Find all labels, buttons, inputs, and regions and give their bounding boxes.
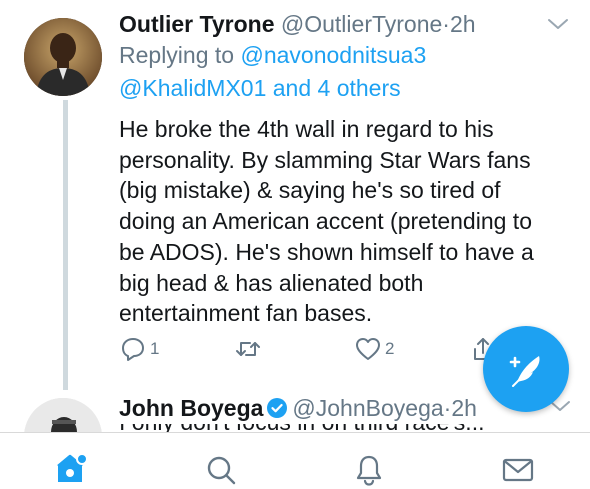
- heart-icon: [356, 338, 380, 360]
- tab-search[interactable]: [204, 453, 238, 487]
- thread-connector-line: [63, 100, 68, 390]
- tweet-header: John Boyega @JohnBoyega·2h: [119, 394, 477, 425]
- twitter-thread-screen: Outlier Tyrone @OutlierTyrone·2h Replyin…: [0, 0, 590, 489]
- reply-count: 1: [150, 339, 160, 358]
- replying-to-line: Replying to @navonodnitsua3: [119, 39, 426, 72]
- envelope-icon: [502, 458, 534, 482]
- user-handle[interactable]: @OutlierTyrone: [281, 11, 442, 37]
- separator-dot: ·: [442, 11, 450, 37]
- tweet-header: Outlier Tyrone @OutlierTyrone·2h: [119, 10, 476, 38]
- avatar-outlier-tyrone[interactable]: [24, 18, 102, 96]
- mention-link[interactable]: @KhalidMX01: [119, 75, 266, 101]
- chevron-down-icon[interactable]: [546, 16, 570, 32]
- reply-icon: [122, 338, 144, 361]
- tweet-timestamp[interactable]: 2h: [451, 395, 477, 421]
- tweet-text-line: big head & has alienated both: [119, 269, 424, 296]
- tweet-timestamp[interactable]: 2h: [450, 11, 476, 37]
- and-label[interactable]: and: [273, 75, 311, 101]
- mention-link[interactable]: @navonodnitsua3: [240, 42, 426, 68]
- retweet-icon: [236, 342, 260, 356]
- retweet-button[interactable]: [233, 334, 266, 364]
- replying-to-line-continued: @KhalidMX01 and 4 others: [119, 72, 401, 105]
- compose-feather-icon: [509, 356, 540, 387]
- replying-to-label: Replying to: [119, 42, 235, 68]
- tweet-text: He broke the 4th wall in regard to his p…: [119, 114, 569, 329]
- tab-home[interactable]: [53, 451, 88, 485]
- tweet-text-line: entertainment fan bases.: [119, 300, 373, 327]
- others-link[interactable]: 4 others: [318, 75, 401, 101]
- tweet-text-line: He broke the 4th wall in regard to his: [119, 116, 494, 142]
- like-count: 2: [385, 339, 395, 358]
- display-name[interactable]: John Boyega: [119, 395, 263, 421]
- display-name[interactable]: Outlier Tyrone: [119, 11, 275, 37]
- tweet-text-line: personality. By slamming Star Wars fans: [119, 146, 531, 173]
- tab-messages[interactable]: [501, 453, 535, 487]
- tweet-text-line: (big mistake) & saying he's so tired of: [119, 177, 501, 204]
- compose-tweet-button[interactable]: [483, 326, 569, 412]
- bell-icon: [356, 455, 382, 486]
- verified-badge-icon: [266, 397, 288, 425]
- tweet-text-line: be ADOS). He's shown himself to have a: [119, 238, 534, 265]
- reply-button[interactable]: 1: [119, 334, 159, 364]
- user-handle[interactable]: @JohnBoyega: [292, 395, 443, 421]
- like-button[interactable]: 2: [354, 334, 394, 364]
- search-icon: [207, 456, 236, 485]
- tweet-text-line: doing an American accent (pretending to: [119, 208, 532, 235]
- tab-notifications[interactable]: [352, 453, 386, 487]
- home-icon: [57, 453, 88, 482]
- bottom-tab-bar: [0, 432, 590, 489]
